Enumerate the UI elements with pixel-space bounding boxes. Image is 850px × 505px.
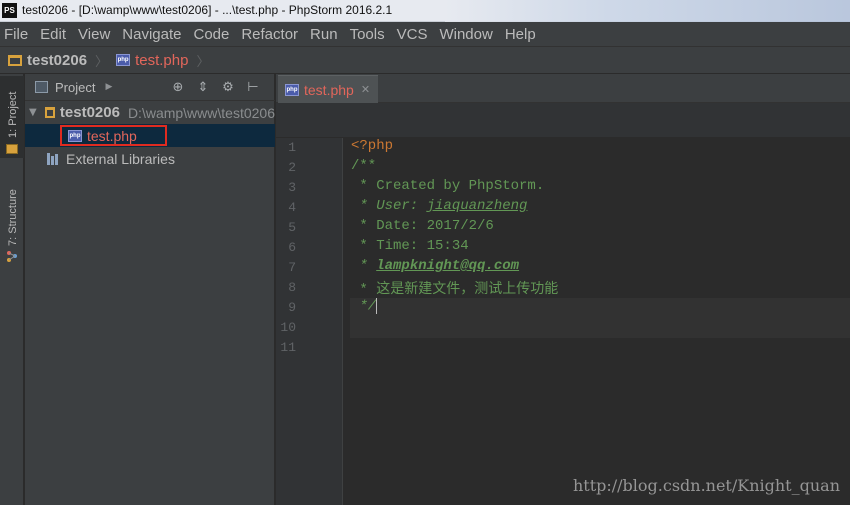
tree-root-node[interactable]: ▼ test0206 D:\wamp\www\test0206 — [25, 101, 275, 124]
tree-external-libraries-node[interactable]: External Libraries — [25, 147, 275, 170]
line-number: 5 — [288, 220, 296, 235]
menu-edit[interactable]: Edit — [40, 26, 66, 43]
menu-run[interactable]: Run — [310, 26, 338, 43]
settings-gear-icon[interactable]: ⚙ — [220, 80, 235, 95]
code-token: * — [351, 258, 377, 274]
expand-caret-icon[interactable]: ▼ — [29, 107, 37, 118]
line-number: 6 — [288, 240, 296, 255]
breadcrumb-separator-icon: 〉 — [196, 54, 210, 70]
menu-view[interactable]: View — [78, 26, 110, 43]
project-tool-window: Project ▶ ⊕ ⇕ ⚙ ⊢ ▼ test0206 D:\wamp\www… — [25, 74, 275, 505]
scroll-from-source-icon[interactable]: ⊕ — [170, 80, 185, 95]
line-number: 11 — [280, 340, 296, 355]
code-line: * User: jiaquanzheng — [351, 198, 527, 218]
tool-tab-structure-label: 7: Structure — [7, 189, 19, 246]
navigation-bar: test0206 〉 php test.php 〉 — [0, 46, 850, 74]
breadcrumb-project[interactable]: test0206 — [27, 52, 87, 69]
line-number: 3 — [288, 180, 296, 195]
code-editor[interactable]: <?php /** * Created by PhpStorm. * User:… — [344, 138, 850, 505]
code-token: */ — [351, 298, 377, 315]
tool-tab-project[interactable]: 1: Project — [0, 76, 24, 158]
code-token: * User: — [351, 198, 427, 214]
menu-tools[interactable]: Tools — [350, 26, 385, 43]
code-line: * Created by PhpStorm. — [351, 178, 545, 194]
project-folder-icon — [6, 144, 18, 154]
structure-icon — [7, 251, 17, 262]
code-line: /** — [351, 158, 377, 174]
code-token-email-link[interactable]: lampknight@qq.com — [376, 258, 519, 274]
background-window-tabs — [445, 0, 850, 22]
red-annotation-box — [60, 125, 167, 146]
project-panel-header: Project ▶ ⊕ ⇕ ⚙ ⊢ — [25, 74, 275, 101]
collapse-all-icon[interactable]: ⇕ — [195, 80, 210, 95]
menu-navigate[interactable]: Navigate — [122, 26, 181, 43]
menu-bar: File Edit View Navigate Code Refactor Ru… — [0, 22, 850, 46]
menu-code[interactable]: Code — [193, 26, 229, 43]
line-number: 1 — [288, 140, 296, 155]
menu-window[interactable]: Window — [439, 26, 492, 43]
dropdown-arrow-icon[interactable]: ▶ — [105, 82, 112, 92]
current-line-highlight — [350, 298, 850, 338]
project-view-selector[interactable]: Project — [55, 80, 95, 95]
menu-file[interactable]: File — [4, 26, 28, 43]
editor-breadcrumb-strip — [276, 103, 850, 138]
code-line: * Date: 2017/2/6 — [351, 218, 494, 234]
line-number: 2 — [288, 160, 296, 175]
line-number: 7 — [288, 260, 296, 275]
hide-panel-icon[interactable]: ⊢ — [245, 80, 260, 95]
tool-tab-project-label: 1: Project — [7, 91, 19, 138]
tree-file-node[interactable]: php test.php — [25, 124, 275, 147]
menu-help[interactable]: Help — [505, 26, 536, 43]
line-number: 10 — [280, 320, 296, 335]
code-line: <?php — [351, 138, 394, 154]
php-file-icon: php — [116, 54, 131, 66]
code-line: */ — [351, 298, 378, 318]
left-tool-strip: 1: Project 7: Structure — [0, 74, 24, 505]
code-line: * Time: 15:34 — [351, 238, 469, 254]
watermark: http://blog.csdn.net/Knight_quan — [572, 476, 840, 495]
editor-tab-label: test.php — [304, 81, 354, 98]
window-title-bar: PS test0206 - [D:\wamp\www\test0206] - .… — [0, 0, 850, 22]
project-tree: ▼ test0206 D:\wamp\www\test0206 php test… — [25, 101, 275, 170]
code-line: * 这是新建文件，测试上传功能 — [351, 282, 559, 298]
close-icon[interactable]: ✕ — [361, 83, 370, 96]
breadcrumb-separator-icon: 〉 — [95, 54, 109, 70]
text-cursor — [376, 298, 378, 314]
line-number-gutter: 1 2 3 4 5 6 7 8 9 10 11 — [276, 138, 343, 505]
menu-vcs[interactable]: VCS — [397, 26, 428, 43]
line-number: 8 — [288, 280, 296, 295]
code-line: * lampknight@qq.com — [351, 258, 519, 278]
external-libraries-label: External Libraries — [66, 150, 175, 167]
tree-root-name: test0206 — [59, 104, 120, 121]
php-file-icon: php — [285, 83, 299, 96]
tree-root-path: D:\wamp\www\test0206 — [127, 104, 275, 121]
window-title: test0206 - [D:\wamp\www\test0206] - ...\… — [22, 3, 393, 17]
breadcrumb-file[interactable]: test.php — [135, 52, 188, 69]
line-number: 4 — [288, 200, 296, 215]
editor-tab-bar: php test.php ✕ — [276, 74, 850, 103]
editor-tab-test-php[interactable]: php test.php ✕ — [278, 75, 378, 103]
tool-tab-structure[interactable]: 7: Structure — [0, 184, 24, 264]
menu-refactor[interactable]: Refactor — [241, 26, 298, 43]
code-token-username: jiaquanzheng — [426, 198, 528, 214]
line-number: 9 — [288, 300, 296, 315]
project-view-icon — [35, 81, 48, 93]
folder-icon — [44, 107, 55, 118]
library-icon — [47, 152, 61, 165]
phpstorm-logo-icon: PS — [2, 3, 17, 18]
